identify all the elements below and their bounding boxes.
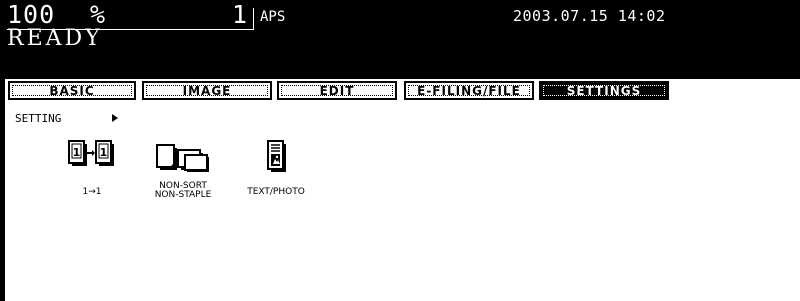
tab-edit[interactable]: EDIT [277, 81, 397, 100]
tab-settings-label: SETTINGS [566, 83, 642, 98]
tab-basic[interactable]: BASIC [8, 81, 136, 100]
tab-e-filing-file-label: E-FILING/FILE [417, 83, 521, 98]
one-sided-to-one-sided-label: 1→1 [82, 187, 102, 197]
tab-image-label: IMAGE [182, 83, 232, 98]
copy-count: 1 [232, 0, 248, 29]
machine-status: READY [7, 26, 103, 51]
date-time: 2003.07.15 14:02 [513, 7, 666, 25]
text-photo-label: TEXT/PHOTO [247, 187, 305, 197]
header-divider [253, 8, 254, 30]
reproduction-ratio: 100 [7, 0, 56, 29]
setting-label: SETTING [15, 112, 62, 125]
tab-edit-label: EDIT [319, 83, 355, 98]
svg-text:1: 1 [100, 146, 108, 159]
text-photo-icon [267, 140, 286, 172]
non-staple-label: NON-STAPLE [154, 190, 212, 200]
copier-panel: 100 % 1 APS 2003.07.15 14:02 READY BASIC… [5, 0, 800, 301]
tab-basic-label: BASIC [49, 83, 95, 98]
ratio-unit: % [90, 0, 106, 29]
tab-image[interactable]: IMAGE [142, 81, 272, 100]
non-sort-non-staple-icon [156, 144, 209, 172]
tab-settings[interactable]: SETTINGS [539, 81, 669, 100]
tab-e-filing-file[interactable]: E-FILING/FILE [404, 81, 534, 100]
one-sided-to-one-sided-icon: 1 1 [68, 140, 114, 166]
arrow-right-icon [112, 114, 118, 122]
status-header: 100 % 1 APS 2003.07.15 14:02 READY [5, 0, 800, 79]
svg-text:1: 1 [73, 146, 81, 159]
paper-mode: APS [260, 9, 286, 25]
